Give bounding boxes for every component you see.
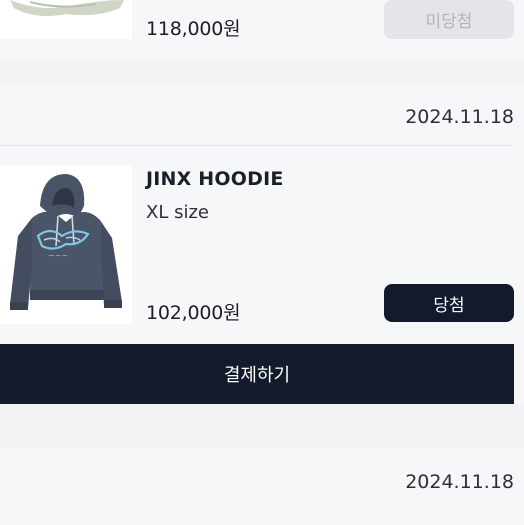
order-date: 2024.11.18 [405,471,514,493]
product-price: 118,000원 [146,18,241,40]
product-price: 102,000원 [146,302,241,324]
product-option: XL size [146,202,209,223]
product-image[interactable] [0,0,132,39]
order-date: 2024.11.18 [405,106,514,128]
lottery-won-badge[interactable]: 당첨 [384,284,514,322]
product-name[interactable]: JINX HOODIE [146,168,284,190]
pay-button[interactable]: 결제하기 [0,344,514,404]
order-card: 2024.11.18 ~~~ JINX HOODIE XL size 102,0… [0,86,524,404]
order-card: 118,000원 미당첨 [0,0,524,58]
lottery-lost-badge[interactable]: 미당첨 [384,0,514,39]
divider [0,145,514,146]
product-image[interactable]: ~~~ [0,166,132,324]
order-card: 2024.11.18 [0,448,524,525]
svg-text:~~~: ~~~ [48,251,68,260]
